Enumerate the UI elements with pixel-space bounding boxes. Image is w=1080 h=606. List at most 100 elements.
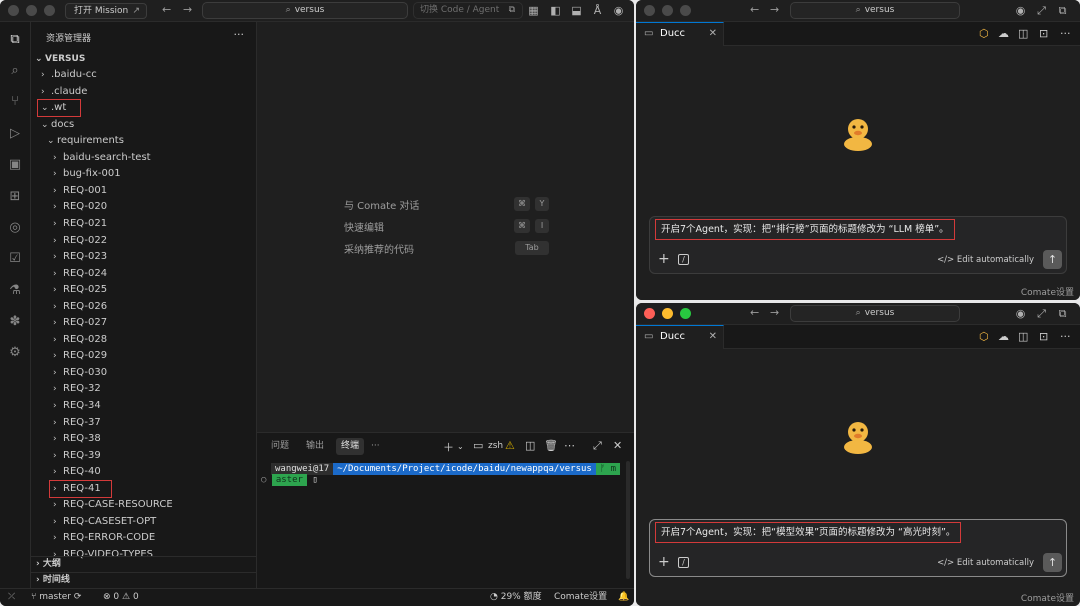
tree-item[interactable]: › .baidu-cc <box>31 67 256 83</box>
edit-mode-selector[interactable]: </> Edit automatically <box>937 558 1034 568</box>
terminal-cursor[interactable]: ▯ <box>307 475 317 485</box>
terminal-scrollbar[interactable] <box>626 461 630 579</box>
open-mission-button[interactable]: 打开 Mission ↗ <box>65 3 147 19</box>
back-arrow-icon[interactable]: ← <box>750 306 759 319</box>
tree-item[interactable]: › REQ-34 <box>31 398 256 414</box>
comate-settings-link[interactable]: Comate设置 <box>1021 591 1074 604</box>
shell-name[interactable]: zsh <box>488 441 503 451</box>
close-icon[interactable]: ✕ <box>613 439 622 452</box>
toggle-panel-icon[interactable]: ⬓ <box>570 4 583 17</box>
tab-problems[interactable]: 问题 <box>271 438 289 455</box>
edit-mode-selector[interactable]: </> Edit automatically <box>937 255 1034 265</box>
chat-message-input[interactable]: 开启7个Agent，实现：把“模型效果”页面的标题修改为 “高光时刻”。 <box>655 522 962 543</box>
more-icon[interactable]: ··· <box>1060 27 1071 40</box>
minimize-window-button[interactable] <box>26 5 37 16</box>
more-icon[interactable]: ··· <box>1060 330 1071 343</box>
fullscreen-icon[interactable]: ⤢ <box>1035 307 1048 320</box>
more-icon[interactable]: ⋯ <box>564 439 575 452</box>
zoom-window-button[interactable] <box>680 5 691 16</box>
tab-terminal[interactable]: 终端 <box>336 438 365 455</box>
comate-settings-status[interactable]: Comate设置 <box>554 589 607 606</box>
chrome-icon[interactable]: ◎ <box>6 219 24 237</box>
font-ai-icon[interactable]: Å <box>591 4 604 17</box>
comate-cube-icon[interactable]: ⬡ <box>979 27 989 40</box>
close-window-button[interactable] <box>644 308 655 319</box>
remote-icon[interactable]: ⤫ <box>8 589 15 606</box>
minimize-window-button[interactable] <box>662 308 673 319</box>
source-control-icon[interactable]: ⑂ <box>6 93 24 111</box>
quota-status[interactable]: ◔ 29% 额度 <box>490 589 542 606</box>
command-search-input[interactable]: ⌕ versus <box>790 305 960 322</box>
zoom-window-button[interactable] <box>44 5 55 16</box>
tree-item[interactable]: › .claude <box>31 84 256 100</box>
account-icon[interactable]: ◉ <box>1014 307 1027 320</box>
chat-input-box[interactable]: 开启7个Agent，实现：把“模型效果”页面的标题修改为 “高光时刻”。 + /… <box>649 519 1067 577</box>
tree-item[interactable]: › REQ-37 <box>31 415 256 431</box>
forward-arrow-icon[interactable]: → <box>183 3 192 16</box>
search-icon[interactable]: ⌕ <box>6 62 24 80</box>
outline-section[interactable]: › 大纲 <box>31 556 256 572</box>
zoom-window-button[interactable] <box>680 308 691 319</box>
tree-item[interactable]: › REQ-021 <box>31 216 256 232</box>
split-terminal-icon[interactable]: ◫ <box>525 439 535 452</box>
tab-ducc[interactable]: ▭ Ducc ✕ <box>636 22 724 46</box>
tree-item[interactable]: › REQ-CASESET-OPT <box>31 514 256 530</box>
chat-input-box[interactable]: 开启7个Agent，实现：把“排行榜”页面的标题修改为 “LLM 榜单”。 + … <box>649 216 1067 274</box>
problems-status[interactable]: ⊗ 0 ⚠ 0 <box>103 589 139 606</box>
send-arrow-icon[interactable]: ↑ <box>1043 553 1062 572</box>
command-search-input[interactable]: ⌕ versus <box>202 2 408 19</box>
comate-icon[interactable]: ⚙ <box>6 344 24 362</box>
lock-icon[interactable]: ⊡ <box>1039 27 1048 40</box>
mode-switch-button[interactable]: 切换 Code / Agent ⧉ <box>413 2 523 19</box>
new-terminal-icon[interactable]: ＋ <box>443 439 454 455</box>
workspace-root[interactable]: ⌄ VERSUS <box>31 51 256 67</box>
tree-item[interactable]: › REQ-027 <box>31 315 256 331</box>
run-debug-icon[interactable]: ▷ <box>6 125 24 143</box>
timeline-section[interactable]: › 时间线 <box>31 572 256 588</box>
tree-item[interactable]: › REQ-32 <box>31 381 256 397</box>
trash-icon[interactable]: 🗑 <box>544 439 558 452</box>
maximize-panel-icon[interactable]: ⤢ <box>593 439 602 453</box>
lock-icon[interactable]: ⊡ <box>1039 330 1048 343</box>
chat-message-input[interactable]: 开启7个Agent，实现：把“排行榜”页面的标题修改为 “LLM 榜单”。 <box>655 219 955 240</box>
fullscreen-icon[interactable]: ⤢ <box>1035 4 1048 17</box>
terminal-icon[interactable]: ▭ <box>473 439 483 452</box>
tree-item[interactable]: › bug-fix-001 <box>31 166 256 182</box>
tree-item[interactable]: › REQ-029 <box>31 348 256 364</box>
minimize-window-button[interactable] <box>662 5 673 16</box>
restore-window-icon[interactable]: ⧉ <box>1056 307 1069 320</box>
paw-icon[interactable]: ✽ <box>6 313 24 331</box>
slash-command-icon[interactable]: / <box>678 557 689 568</box>
add-attachment-icon[interactable]: + <box>658 554 670 570</box>
close-window-button[interactable] <box>644 5 655 16</box>
toggle-sidebar-icon[interactable]: ◧ <box>549 4 562 17</box>
tree-item[interactable]: › REQ-024 <box>31 266 256 282</box>
tree-item[interactable]: › REQ-026 <box>31 299 256 315</box>
back-arrow-icon[interactable]: ← <box>750 3 759 16</box>
split-editor-icon[interactable]: ◫ <box>1018 330 1028 343</box>
editor-area[interactable]: 与 Comate 对话 ⌘ Y 快速编辑 ⌘ I 采纳推荐的代码 Tab <box>257 22 634 432</box>
tree-item[interactable]: › REQ-001 <box>31 183 256 199</box>
split-editor-icon[interactable]: ◫ <box>1018 27 1028 40</box>
testing-flask-icon[interactable]: ⚗ <box>6 282 24 300</box>
chevron-down-icon[interactable]: ⌄ <box>457 442 464 451</box>
more-actions-icon[interactable]: ··· <box>234 28 245 41</box>
comate-cube-icon[interactable]: ⬡ <box>979 330 989 343</box>
layout-grid-icon[interactable]: ▦ <box>527 4 540 17</box>
tree-item[interactable]: ⌄ docs <box>31 117 256 133</box>
cloud-icon[interactable]: ☁ <box>998 330 1009 343</box>
close-icon[interactable]: ✕ <box>709 23 717 45</box>
remote-check-icon[interactable]: ▣ <box>6 156 24 174</box>
command-search-input[interactable]: ⌕ versus <box>790 2 960 19</box>
extensions-icon[interactable]: ⊞ <box>6 188 24 206</box>
tree-item[interactable]: › baidu-search-test <box>31 150 256 166</box>
tree-item[interactable]: › REQ-ERROR-CODE <box>31 530 256 546</box>
tab-ducc[interactable]: ▭ Ducc ✕ <box>636 325 724 349</box>
forward-arrow-icon[interactable]: → <box>770 306 779 319</box>
tree-item[interactable]: › REQ-028 <box>31 332 256 348</box>
comate-settings-link[interactable]: Comate设置 <box>1021 285 1074 298</box>
tree-item[interactable]: › REQ-022 <box>31 233 256 249</box>
slash-command-icon[interactable]: / <box>678 254 689 265</box>
account-icon[interactable]: ◉ <box>1014 4 1027 17</box>
close-icon[interactable]: ✕ <box>709 326 717 348</box>
